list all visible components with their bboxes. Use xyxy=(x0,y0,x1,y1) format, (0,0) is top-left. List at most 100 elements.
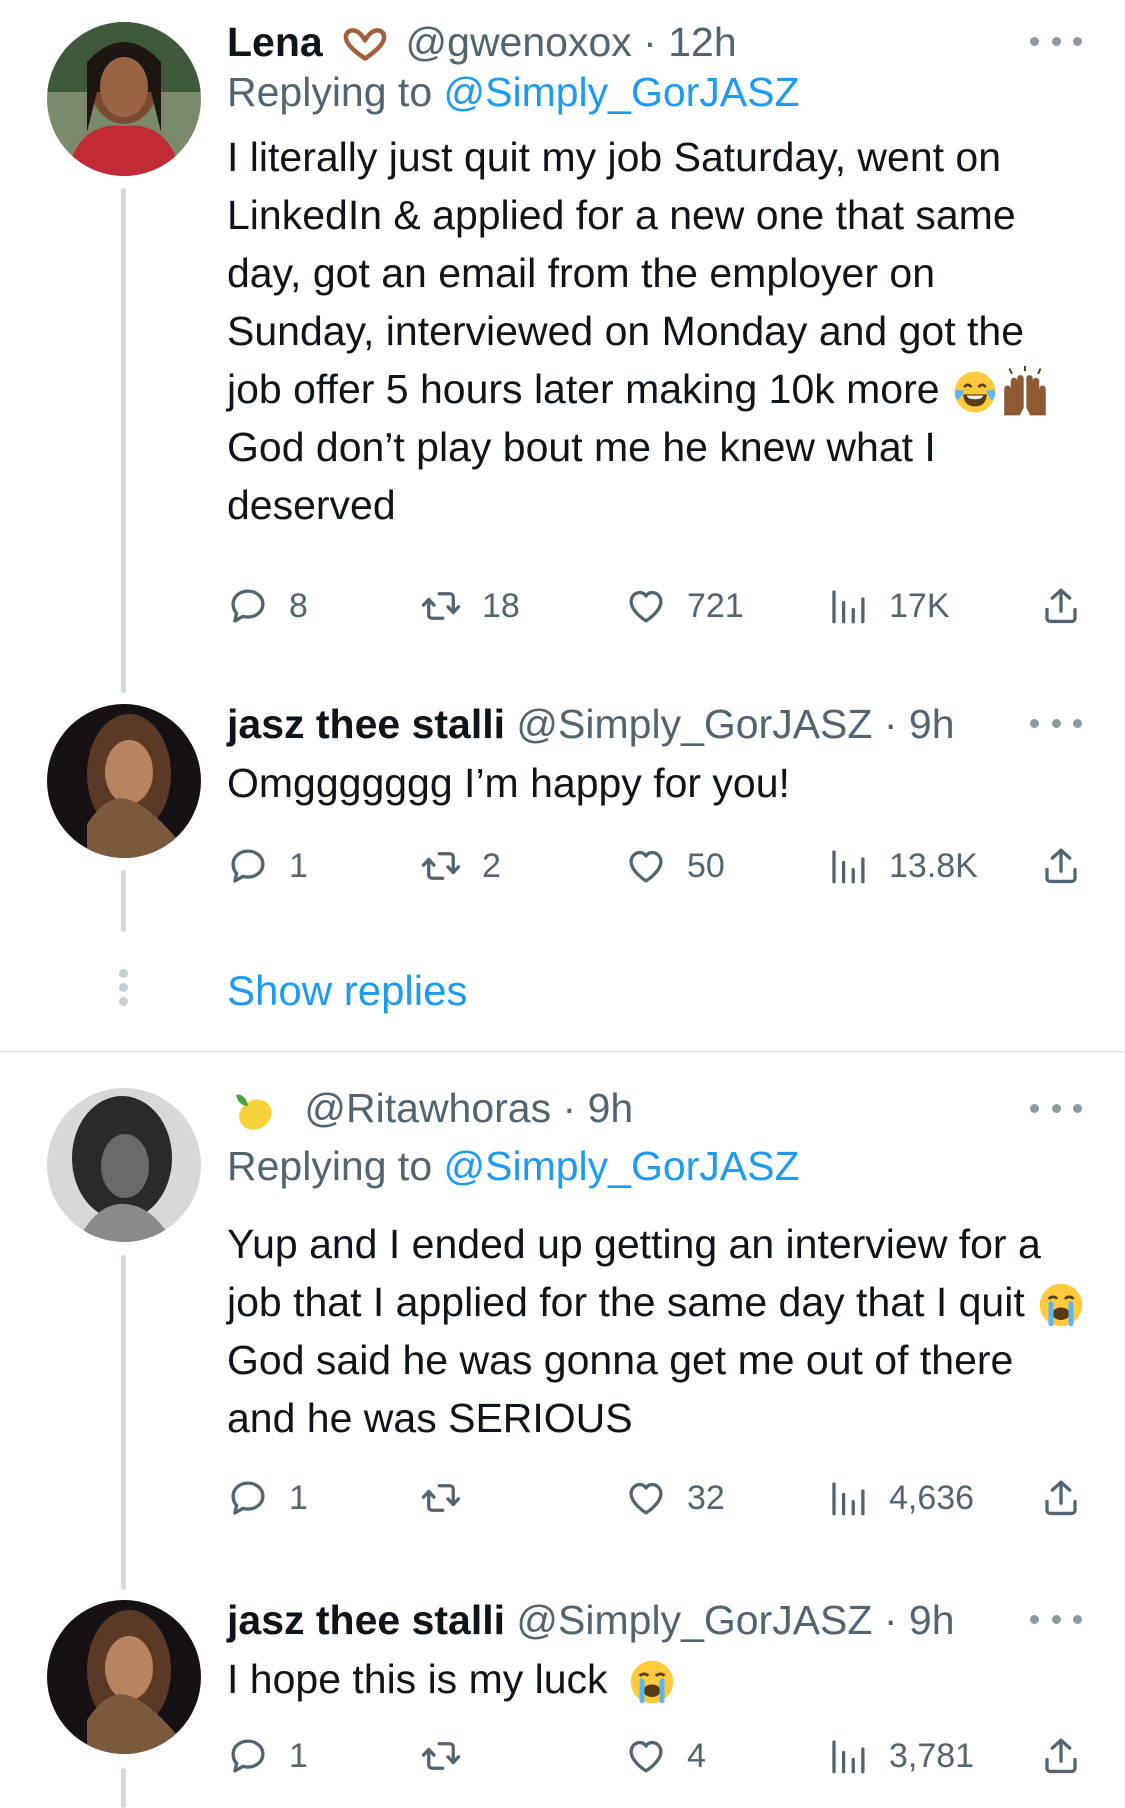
thread-line-3 xyxy=(121,1255,126,1590)
share-icon xyxy=(1040,845,1082,887)
tweet-text-part1: I literally just quit my job Saturday, w… xyxy=(227,134,1024,412)
thread-line-4 xyxy=(121,1768,126,1808)
replying-to-label: Replying to xyxy=(227,1143,444,1189)
tweet-actions: 1 2 50 13.8K xyxy=(227,842,1087,890)
retweet-icon xyxy=(420,1735,462,1777)
raised-hands-emoji xyxy=(999,366,1051,418)
retweet-icon xyxy=(420,845,462,887)
tweet-text: I literally just quit my job Saturday, w… xyxy=(227,128,1087,534)
tweet-text-part2: God don’t play bout me he knew what I de… xyxy=(227,424,936,529)
like-button[interactable]: 4 xyxy=(625,1732,706,1780)
retweet-button[interactable] xyxy=(420,1474,482,1522)
reply-button[interactable]: 8 xyxy=(227,582,308,630)
username[interactable]: @Simply_GorJASZ xyxy=(516,1597,872,1643)
username[interactable]: @gwenoxox xyxy=(406,19,632,65)
show-replies-link[interactable]: Show replies xyxy=(227,966,467,1016)
views-button[interactable]: 13.8K xyxy=(827,842,978,890)
like-icon xyxy=(625,1477,667,1519)
separator: · xyxy=(883,701,898,747)
replying-to: Replying to @Simply_GorJASZ xyxy=(227,68,800,116)
views-icon xyxy=(827,1477,869,1519)
views-count: 4,636 xyxy=(889,1478,975,1517)
share-icon xyxy=(1040,585,1082,627)
retweet-button[interactable]: 18 xyxy=(420,582,520,630)
tweet-actions: 1 32 4,636 xyxy=(227,1474,1087,1522)
avatar[interactable] xyxy=(47,1088,201,1242)
more-icon[interactable] xyxy=(1030,1612,1082,1626)
reply-icon xyxy=(227,1735,269,1777)
tweet-header: Lena @gwenoxox · 12h xyxy=(227,18,737,66)
share-button[interactable] xyxy=(1040,582,1082,630)
lemon-emoji xyxy=(227,1087,279,1135)
retweet-button[interactable] xyxy=(420,1732,482,1780)
views-icon xyxy=(827,1735,869,1777)
like-count: 32 xyxy=(687,1478,725,1517)
timestamp[interactable]: 12h xyxy=(668,19,736,65)
thread-dots xyxy=(117,964,129,1011)
views-count: 13.8K xyxy=(889,846,978,885)
like-button[interactable]: 50 xyxy=(625,842,725,890)
replying-to-label: Replying to xyxy=(227,69,444,115)
reply-count: 1 xyxy=(289,846,308,885)
views-icon xyxy=(827,845,869,887)
timestamp[interactable]: 9h xyxy=(909,701,955,747)
username[interactable]: @Simply_GorJASZ xyxy=(516,701,872,747)
views-count: 17K xyxy=(889,586,950,625)
replying-to-link[interactable]: @Simply_GorJASZ xyxy=(444,1143,800,1189)
retweet-count: 2 xyxy=(482,846,501,885)
share-button[interactable] xyxy=(1040,842,1082,890)
like-button[interactable]: 721 xyxy=(625,582,744,630)
reply-icon xyxy=(227,585,269,627)
separator: · xyxy=(883,1597,898,1643)
reply-button[interactable]: 1 xyxy=(227,842,308,890)
more-icon[interactable] xyxy=(1030,1101,1082,1115)
reply-count: 1 xyxy=(289,1736,308,1775)
tweet-text: Omggggggg I’m happy for you! xyxy=(227,760,790,806)
reply-button[interactable]: 1 xyxy=(227,1474,308,1522)
retweet-icon xyxy=(420,585,462,627)
tweet-header: @Ritawhoras · 9h xyxy=(227,1084,633,1135)
views-button[interactable]: 17K xyxy=(827,582,950,630)
like-count: 50 xyxy=(687,846,725,885)
thread-line-2 xyxy=(121,870,126,932)
display-name[interactable]: Lena xyxy=(227,19,323,65)
share-button[interactable] xyxy=(1040,1474,1082,1522)
more-icon[interactable] xyxy=(1030,34,1082,48)
tweet-text-part1: I hope this is my luck xyxy=(227,1656,608,1702)
share-icon xyxy=(1040,1735,1082,1777)
separator: · xyxy=(643,19,657,65)
avatar[interactable] xyxy=(47,22,201,176)
timestamp[interactable]: 9h xyxy=(588,1085,634,1131)
heart-hands-emoji xyxy=(342,27,388,63)
tweet-text-part1: Yup and I ended up getting an interview … xyxy=(227,1221,1041,1325)
reply-count: 1 xyxy=(289,1478,308,1517)
tweet-header: jasz thee stalli @Simply_GorJASZ · 9h xyxy=(227,1596,955,1644)
avatar[interactable] xyxy=(47,704,201,858)
tweet-text-part2: God said he was gonna get me out of ther… xyxy=(227,1337,1014,1441)
reply-button[interactable]: 1 xyxy=(227,1732,308,1780)
joy-emoji xyxy=(951,368,999,416)
display-name[interactable]: jasz thee stalli xyxy=(227,1597,505,1643)
retweet-icon xyxy=(420,1477,462,1519)
separator: · xyxy=(562,1085,577,1131)
reply-count: 8 xyxy=(289,586,308,625)
retweet-button[interactable]: 2 xyxy=(420,842,501,890)
share-icon xyxy=(1040,1477,1082,1519)
reply-icon xyxy=(227,845,269,887)
share-button[interactable] xyxy=(1040,1732,1082,1780)
timestamp[interactable]: 9h xyxy=(909,1597,955,1643)
avatar[interactable] xyxy=(47,1600,201,1754)
like-button[interactable]: 32 xyxy=(625,1474,725,1522)
replying-to-link[interactable]: @Simply_GorJASZ xyxy=(444,69,800,115)
username[interactable]: @Ritawhoras xyxy=(304,1085,551,1131)
views-count: 3,781 xyxy=(889,1736,975,1775)
retweet-count: 18 xyxy=(482,586,520,625)
views-button[interactable]: 4,636 xyxy=(827,1474,974,1522)
like-icon xyxy=(625,1735,667,1777)
views-button[interactable]: 3,781 xyxy=(827,1732,974,1780)
tweet-actions: 8 18 721 17K xyxy=(227,582,1087,630)
like-icon xyxy=(625,845,667,887)
display-name[interactable]: jasz thee stalli xyxy=(227,701,505,747)
more-icon[interactable] xyxy=(1030,716,1082,730)
replying-to: Replying to @Simply_GorJASZ xyxy=(227,1142,800,1190)
